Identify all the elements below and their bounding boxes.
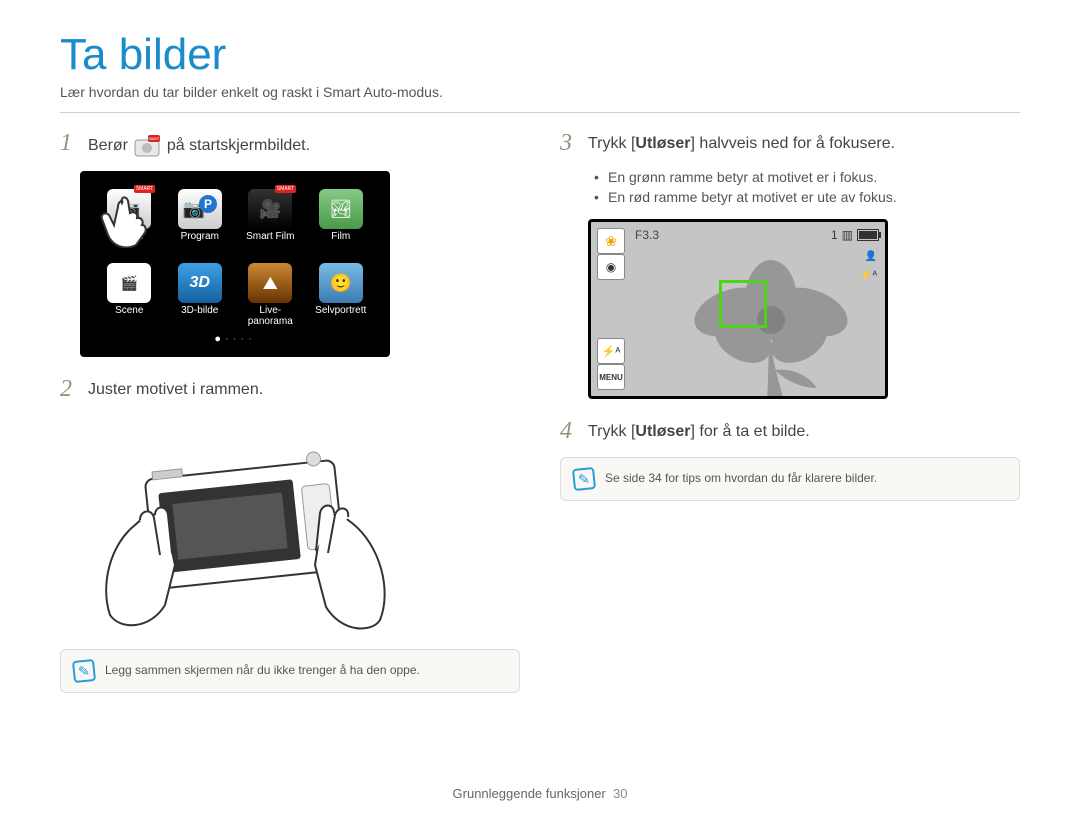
storage-icon: ▥ (842, 228, 853, 242)
note-text: Se side 34 for tips om hvordan du får kl… (605, 468, 877, 485)
step-number: 4 (560, 419, 578, 443)
preview-right-icons: 👤 ⚡ᴬ (858, 250, 879, 282)
note-box: ✎ Legg sammen skjermen når du ikke treng… (60, 649, 520, 693)
mode-item-film[interactable]: 🏞Film (310, 189, 373, 253)
mode-label: Live- panorama (239, 305, 302, 327)
step4-pre: Trykk [ (588, 423, 635, 440)
mode-item-smart[interactable]: 📷Smart (98, 189, 161, 253)
program-icon: 📷P (178, 189, 222, 229)
page-dots: ●···· (98, 333, 372, 345)
mode-label: Film (310, 231, 373, 253)
self-icon: 🙂 (319, 263, 363, 303)
camera-illustration (80, 415, 400, 635)
menu-button[interactable]: MENU (597, 364, 625, 390)
step3-pre: Trykk [ (588, 135, 635, 152)
step-text: Juster motivet i rammen. (88, 377, 263, 399)
mode-label: Smart Film (239, 231, 302, 253)
focus-preview-screen: ❀ ◉ MENU F3.3 1 ▥ 👤 ⚡ᴬ (588, 219, 888, 399)
note-text: Legg sammen skjermen når du ikke trenger… (105, 660, 420, 677)
battery-icon (857, 229, 879, 241)
aperture-readout: F3.3 (635, 228, 659, 242)
preview-side-icons: ❀ ◉ MENU (597, 228, 627, 390)
mode-label: Smart (98, 231, 161, 253)
mode-item-smartfm[interactable]: 🎥Smart Film (239, 189, 302, 253)
bullet-item: En rød ramme betyr at motivet er ute av … (594, 189, 1020, 205)
page-title: Ta bilder (60, 30, 1020, 80)
step3-post: ] halvveis ned for å fokusere. (691, 135, 896, 152)
step1-pre: Berør (88, 137, 128, 154)
focus-bullets: En grønn ramme betyr at motivet er i fok… (594, 169, 1020, 205)
bullet-item: En grønn ramme betyr at motivet er i fok… (594, 169, 1020, 185)
step-3: 3 Trykk [Utløser] halvveis ned for å fok… (560, 131, 1020, 155)
mode-item-self[interactable]: 🙂Selvportrett (310, 263, 373, 327)
note-icon: ✎ (72, 659, 96, 683)
shots-remaining: 1 (831, 228, 838, 242)
svg-text:SMART: SMART (149, 137, 160, 141)
mode-item-pano[interactable]: ⛰Live- panorama (239, 263, 302, 327)
flower-silhouette-icon (671, 240, 871, 399)
3d-icon: 3D (178, 263, 222, 303)
mode-label: Selvportrett (310, 305, 373, 327)
page-footer: Grunnleggende funksjoner 30 (0, 786, 1080, 801)
flash-auto-icon (597, 338, 625, 364)
step-text: Trykk [Utløser] for å ta et bilde. (588, 419, 810, 441)
pano-icon: ⛰ (248, 263, 292, 303)
face-detect-icon: 👤 (863, 250, 879, 263)
scene-icon (107, 263, 151, 303)
step-text: Trykk [Utløser] halvveis ned for å fokus… (588, 131, 895, 153)
mode-label: Program (169, 231, 232, 253)
smart-mode-icon: SMART (134, 135, 160, 157)
page-subtitle: Lær hvordan du tar bilder enkelt og rask… (60, 84, 1020, 113)
step-number: 3 (560, 131, 578, 155)
step3-bold: Utløser (635, 135, 690, 152)
step-4: 4 Trykk [Utløser] for å ta et bilde. (560, 419, 1020, 443)
macro-icon: ❀ (597, 228, 625, 254)
mode-item-3d[interactable]: 3D3D-bilde (169, 263, 232, 327)
step-1: 1 Berør SMART på startskjermbildet. (60, 131, 520, 157)
film-icon: 🏞 (319, 189, 363, 229)
left-column: 1 Berør SMART på startskjermbildet. 📷Sma… (60, 131, 520, 693)
step-number: 1 (60, 131, 78, 155)
note-box: ✎ Se side 34 for tips om hvordan du får … (560, 457, 1020, 501)
footer-section: Grunnleggende funksjoner (453, 786, 606, 801)
preview-top-right: 1 ▥ (831, 228, 879, 242)
step-2: 2 Juster motivet i rammen. (60, 377, 520, 401)
mode-selection-screen: 📷Smart📷PProgram🎥Smart Film🏞FilmScene3D3D… (80, 171, 390, 357)
step4-bold: Utløser (635, 423, 690, 440)
smart-icon: 📷 (107, 189, 151, 229)
right-column: 3 Trykk [Utløser] halvveis ned for å fok… (560, 131, 1020, 693)
step-number: 2 (60, 377, 78, 401)
mode-item-program[interactable]: 📷PProgram (169, 189, 232, 253)
mode-label: Scene (98, 305, 161, 327)
mode-item-scene[interactable]: Scene (98, 263, 161, 327)
step1-post: på startskjermbildet. (167, 137, 310, 154)
footer-page: 30 (613, 786, 627, 801)
step-text: Berør SMART på startskjermbildet. (88, 131, 310, 157)
mode-label: 3D-bilde (169, 305, 232, 327)
flash-status-icon: ⚡ᴬ (858, 269, 879, 282)
step4-post: ] for å ta et bilde. (691, 423, 810, 440)
smartfm-icon: 🎥 (248, 189, 292, 229)
focus-frame (719, 280, 767, 328)
note-icon: ✎ (572, 467, 596, 491)
shutter-indicator-icon: ◉ (597, 254, 625, 280)
